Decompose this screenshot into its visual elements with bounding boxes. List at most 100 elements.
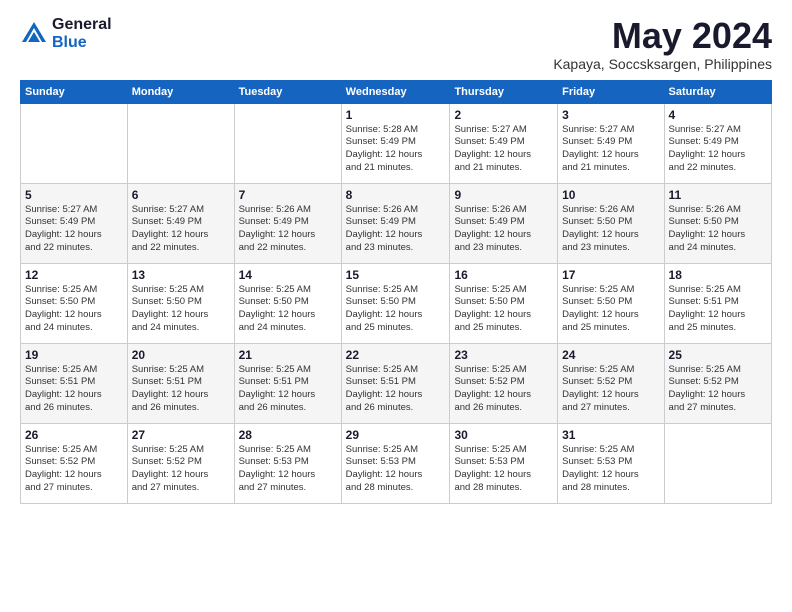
- day-number: 28: [239, 428, 337, 442]
- day-number: 13: [132, 268, 230, 282]
- weekday-header-friday: Friday: [558, 80, 664, 103]
- calendar-cell: 19 Sunrise: 5:25 AM Sunset: 5:51 PM Dayli…: [21, 343, 128, 423]
- weekday-row: SundayMondayTuesdayWednesdayThursdayFrid…: [21, 80, 772, 103]
- calendar-cell: 17 Sunrise: 5:25 AM Sunset: 5:50 PM Dayli…: [558, 263, 664, 343]
- day-number: 8: [346, 188, 446, 202]
- day-info: Sunrise: 5:27 AM Sunset: 5:49 PM Dayligh…: [132, 204, 230, 255]
- logo: General Blue: [20, 16, 112, 51]
- day-number: 18: [669, 268, 767, 282]
- calendar-cell: 12Sunrise: 5:25 AM Sunset: 5:50 PM Dayli…: [21, 263, 128, 343]
- calendar-cell: 4Sunrise: 5:27 AM Sunset: 5:49 PM Daylig…: [664, 103, 771, 183]
- calendar-cell: 8 Sunrise: 5:26 AM Sunset: 5:49 PM Daylig…: [341, 183, 450, 263]
- day-number: 6: [132, 188, 230, 202]
- calendar-cell: 14 Sunrise: 5:25 AM Sunset: 5:50 PM Dayli…: [234, 263, 341, 343]
- day-info: Sunrise: 5:25 AM Sunset: 5:50 PM Dayligh…: [454, 284, 553, 335]
- week-row-2: 12Sunrise: 5:25 AM Sunset: 5:50 PM Dayli…: [21, 263, 772, 343]
- calendar-cell: 10 Sunrise: 5:26 AM Sunset: 5:50 PM Dayli…: [558, 183, 664, 263]
- calendar-cell: 11 Sunrise: 5:26 AM Sunset: 5:50 PM Dayli…: [664, 183, 771, 263]
- day-info: Sunrise: 5:25 AM Sunset: 5:52 PM Dayligh…: [669, 364, 767, 415]
- day-number: 14: [239, 268, 337, 282]
- weekday-header-saturday: Saturday: [664, 80, 771, 103]
- day-info: Sunrise: 5:25 AM Sunset: 5:50 PM Dayligh…: [239, 284, 337, 335]
- weekday-header-wednesday: Wednesday: [341, 80, 450, 103]
- calendar-cell: 28 Sunrise: 5:25 AM Sunset: 5:53 PM Dayli…: [234, 423, 341, 503]
- weekday-header-monday: Monday: [127, 80, 234, 103]
- day-info: Sunrise: 5:25 AM Sunset: 5:53 PM Dayligh…: [239, 444, 337, 495]
- calendar-cell: 1 Sunrise: 5:28 AM Sunset: 5:49 PM Daylig…: [341, 103, 450, 183]
- calendar-cell: 31 Sunrise: 5:25 AM Sunset: 5:53 PM Dayli…: [558, 423, 664, 503]
- day-info: Sunrise: 5:25 AM Sunset: 5:53 PM Dayligh…: [454, 444, 553, 495]
- day-info: Sunrise: 5:25 AM Sunset: 5:51 PM Dayligh…: [346, 364, 446, 415]
- calendar-cell: 29Sunrise: 5:25 AM Sunset: 5:53 PM Dayli…: [341, 423, 450, 503]
- day-info: Sunrise: 5:25 AM Sunset: 5:51 PM Dayligh…: [25, 364, 123, 415]
- day-number: 31: [562, 428, 659, 442]
- day-info: Sunrise: 5:25 AM Sunset: 5:52 PM Dayligh…: [132, 444, 230, 495]
- page: General Blue May 2024 Kapaya, Soccsksarg…: [0, 0, 792, 612]
- day-number: 23: [454, 348, 553, 362]
- day-number: 9: [454, 188, 553, 202]
- calendar-cell: 3Sunrise: 5:27 AM Sunset: 5:49 PM Daylig…: [558, 103, 664, 183]
- calendar-body: 1 Sunrise: 5:28 AM Sunset: 5:49 PM Daylig…: [21, 103, 772, 503]
- day-number: 16: [454, 268, 553, 282]
- day-number: 30: [454, 428, 553, 442]
- day-number: 19: [25, 348, 123, 362]
- day-number: 21: [239, 348, 337, 362]
- calendar-cell: 18 Sunrise: 5:25 AM Sunset: 5:51 PM Dayli…: [664, 263, 771, 343]
- calendar-cell: [21, 103, 128, 183]
- week-row-0: 1 Sunrise: 5:28 AM Sunset: 5:49 PM Daylig…: [21, 103, 772, 183]
- day-info: Sunrise: 5:25 AM Sunset: 5:50 PM Dayligh…: [132, 284, 230, 335]
- day-info: Sunrise: 5:26 AM Sunset: 5:50 PM Dayligh…: [562, 204, 659, 255]
- day-info: Sunrise: 5:25 AM Sunset: 5:50 PM Dayligh…: [25, 284, 123, 335]
- day-info: Sunrise: 5:25 AM Sunset: 5:51 PM Dayligh…: [239, 364, 337, 415]
- calendar-cell: 20 Sunrise: 5:25 AM Sunset: 5:51 PM Dayli…: [127, 343, 234, 423]
- calendar-cell: 21 Sunrise: 5:25 AM Sunset: 5:51 PM Dayli…: [234, 343, 341, 423]
- day-number: 11: [669, 188, 767, 202]
- calendar-cell: [127, 103, 234, 183]
- logo-icon: [20, 20, 48, 48]
- day-info: Sunrise: 5:26 AM Sunset: 5:49 PM Dayligh…: [454, 204, 553, 255]
- day-info: Sunrise: 5:25 AM Sunset: 5:52 PM Dayligh…: [562, 364, 659, 415]
- day-info: Sunrise: 5:28 AM Sunset: 5:49 PM Dayligh…: [346, 124, 446, 175]
- weekday-header-thursday: Thursday: [450, 80, 558, 103]
- day-info: Sunrise: 5:26 AM Sunset: 5:49 PM Dayligh…: [346, 204, 446, 255]
- weekday-header-sunday: Sunday: [21, 80, 128, 103]
- calendar-cell: 5 Sunrise: 5:27 AM Sunset: 5:49 PM Daylig…: [21, 183, 128, 263]
- calendar-cell: [234, 103, 341, 183]
- day-number: 22: [346, 348, 446, 362]
- day-info: Sunrise: 5:25 AM Sunset: 5:52 PM Dayligh…: [454, 364, 553, 415]
- calendar-cell: 23 Sunrise: 5:25 AM Sunset: 5:52 PM Dayli…: [450, 343, 558, 423]
- calendar: SundayMondayTuesdayWednesdayThursdayFrid…: [20, 80, 772, 504]
- day-info: Sunrise: 5:27 AM Sunset: 5:49 PM Dayligh…: [454, 124, 553, 175]
- calendar-cell: 16 Sunrise: 5:25 AM Sunset: 5:50 PM Dayli…: [450, 263, 558, 343]
- calendar-cell: 13 Sunrise: 5:25 AM Sunset: 5:50 PM Dayli…: [127, 263, 234, 343]
- day-number: 2: [454, 108, 553, 122]
- day-info: Sunrise: 5:26 AM Sunset: 5:49 PM Dayligh…: [239, 204, 337, 255]
- calendar-cell: 25 Sunrise: 5:25 AM Sunset: 5:52 PM Dayli…: [664, 343, 771, 423]
- day-number: 1: [346, 108, 446, 122]
- day-number: 29: [346, 428, 446, 442]
- calendar-cell: 30 Sunrise: 5:25 AM Sunset: 5:53 PM Dayli…: [450, 423, 558, 503]
- calendar-cell: 15Sunrise: 5:25 AM Sunset: 5:50 PM Dayli…: [341, 263, 450, 343]
- day-info: Sunrise: 5:27 AM Sunset: 5:49 PM Dayligh…: [25, 204, 123, 255]
- location-subtitle: Kapaya, Soccsksargen, Philippines: [553, 56, 772, 72]
- calendar-cell: 6 Sunrise: 5:27 AM Sunset: 5:49 PM Daylig…: [127, 183, 234, 263]
- day-info: Sunrise: 5:25 AM Sunset: 5:50 PM Dayligh…: [562, 284, 659, 335]
- day-number: 17: [562, 268, 659, 282]
- day-info: Sunrise: 5:25 AM Sunset: 5:51 PM Dayligh…: [669, 284, 767, 335]
- day-number: 27: [132, 428, 230, 442]
- week-row-3: 19 Sunrise: 5:25 AM Sunset: 5:51 PM Dayli…: [21, 343, 772, 423]
- day-info: Sunrise: 5:26 AM Sunset: 5:50 PM Dayligh…: [669, 204, 767, 255]
- calendar-cell: 7Sunrise: 5:26 AM Sunset: 5:49 PM Daylig…: [234, 183, 341, 263]
- day-info: Sunrise: 5:27 AM Sunset: 5:49 PM Dayligh…: [669, 124, 767, 175]
- calendar-cell: 22 Sunrise: 5:25 AM Sunset: 5:51 PM Dayli…: [341, 343, 450, 423]
- day-info: Sunrise: 5:25 AM Sunset: 5:53 PM Dayligh…: [562, 444, 659, 495]
- day-info: Sunrise: 5:27 AM Sunset: 5:49 PM Dayligh…: [562, 124, 659, 175]
- week-row-4: 26Sunrise: 5:25 AM Sunset: 5:52 PM Dayli…: [21, 423, 772, 503]
- day-number: 20: [132, 348, 230, 362]
- day-number: 10: [562, 188, 659, 202]
- day-number: 24: [562, 348, 659, 362]
- day-number: 25: [669, 348, 767, 362]
- day-info: Sunrise: 5:25 AM Sunset: 5:51 PM Dayligh…: [132, 364, 230, 415]
- header: General Blue May 2024 Kapaya, Soccsksarg…: [20, 16, 772, 72]
- day-number: 5: [25, 188, 123, 202]
